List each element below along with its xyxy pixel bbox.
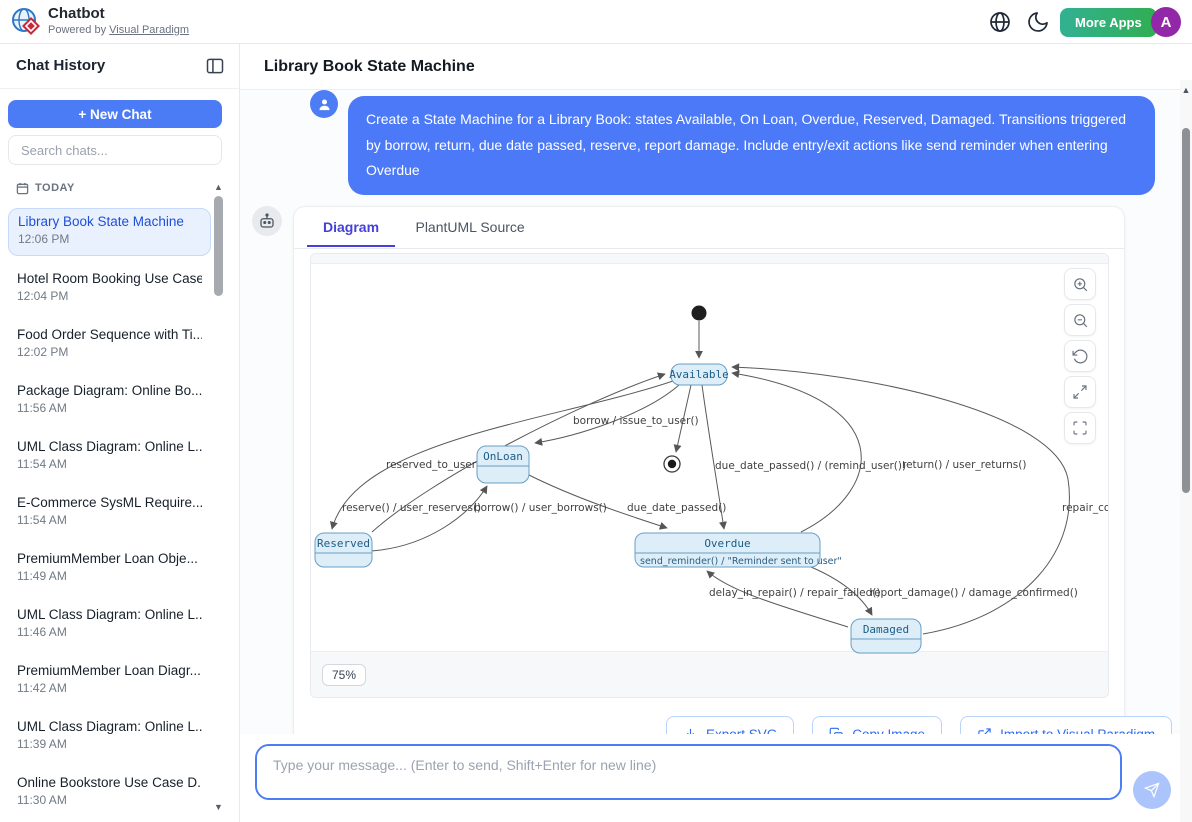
page-title: Library Book State Machine xyxy=(264,58,475,76)
chat-history-item[interactable]: UML Class Diagram: Online L... 11:39 AM xyxy=(8,714,211,762)
new-chat-button[interactable]: + New Chat xyxy=(8,100,222,128)
search-chats-input[interactable] xyxy=(8,135,222,165)
svg-text:Overdue: Overdue xyxy=(704,537,750,550)
svg-text:send_reminder() / "Reminder se: send_reminder() / "Reminder sent to user… xyxy=(640,556,842,567)
user-message-bubble: Create a State Machine for a Library Boo… xyxy=(348,96,1155,195)
svg-text:Available: Available xyxy=(669,368,729,381)
page-title-bar: Library Book State Machine xyxy=(240,44,1180,90)
language-globe-icon[interactable] xyxy=(988,10,1012,34)
tab-bar: Diagram PlantUML Source xyxy=(294,207,1124,249)
state-reserved: Reserved xyxy=(315,533,372,567)
send-plane-icon xyxy=(1144,782,1160,798)
app-title: Chatbot xyxy=(48,5,105,22)
initial-state-node xyxy=(692,306,707,321)
sidebar-title: Chat History xyxy=(16,57,105,74)
transition-label: due_date_passed() / (remind_user()) xyxy=(715,460,906,472)
transition-label: delay_in_repair() / repair_failed() xyxy=(709,587,880,599)
fullscreen-corners-icon xyxy=(1072,420,1088,436)
tab-diagram[interactable]: Diagram xyxy=(307,207,395,247)
transition-label: due_date_passed() xyxy=(627,502,726,514)
state-available: Available xyxy=(669,364,729,385)
transition-damaged-overdue xyxy=(707,571,848,627)
transition-label: borrow() / user_borrows() xyxy=(474,502,607,514)
message-input[interactable] xyxy=(257,746,1120,798)
message-input-bar xyxy=(240,734,1180,822)
collapse-sidebar-icon[interactable] xyxy=(205,56,225,76)
user-avatar-badge[interactable]: A xyxy=(1151,7,1181,37)
diagram-viewport[interactable]: borrow / issue_to_user() due_date_passed… xyxy=(310,253,1109,698)
visual-paradigm-link[interactable]: Visual Paradigm xyxy=(109,24,189,36)
user-message-avatar xyxy=(310,90,338,118)
expand-button[interactable] xyxy=(1064,376,1096,408)
zoom-in-icon xyxy=(1072,276,1089,293)
transition-label: borrow / issue_to_user() xyxy=(573,415,699,427)
top-header: Chatbot Powered by Visual Paradigm More … xyxy=(0,0,1192,44)
person-icon xyxy=(317,97,332,112)
visual-paradigm-logo-icon xyxy=(10,6,42,38)
robot-icon xyxy=(258,212,276,230)
transition-label: report_damage() / damage_confirmed() xyxy=(870,587,1078,599)
chat-history-item[interactable]: E-Commerce SysML Require... 11:54 AM xyxy=(8,490,211,538)
zoom-level-badge: 75% xyxy=(322,664,366,686)
final-state-node xyxy=(664,456,680,472)
chat-history-item[interactable]: PremiumMember Loan Diagr... 11:42 AM xyxy=(8,658,211,706)
message-input-container xyxy=(255,744,1122,800)
chat-history-sidebar: Chat History + New Chat TODAY Library Bo… xyxy=(0,44,240,822)
state-machine-diagram: borrow / issue_to_user() due_date_passed… xyxy=(311,254,1109,697)
state-overdue: Overdue send_reminder() / "Reminder sent… xyxy=(635,533,842,567)
bot-message-avatar xyxy=(252,206,282,236)
transition-label: return() / user_returns() xyxy=(902,459,1026,471)
chat-history-item[interactable]: Hotel Room Booking Use Case 12:04 PM xyxy=(8,266,211,314)
fullscreen-button[interactable] xyxy=(1064,412,1096,444)
today-section-header: TODAY xyxy=(16,181,75,195)
svg-text:Damaged: Damaged xyxy=(863,623,909,636)
chat-history-item[interactable]: Food Order Sequence with Ti... 12:02 PM xyxy=(8,322,211,370)
zoom-out-icon xyxy=(1072,312,1089,329)
sidebar-scroll-down-arrow[interactable]: ▼ xyxy=(213,802,224,812)
transition-label: repair_com xyxy=(1062,502,1109,514)
transition-overdue-available xyxy=(732,373,861,532)
chat-history-item[interactable]: Library Book State Machine 12:06 PM xyxy=(8,208,211,256)
state-onloan: OnLoan xyxy=(477,446,529,483)
sidebar-header: Chat History xyxy=(0,44,239,89)
svg-text:Reserved: Reserved xyxy=(317,537,370,550)
scrollbar-up-arrow[interactable]: ▲ xyxy=(1180,84,1192,96)
chat-history-item[interactable]: UML Class Diagram: Online L... 11:54 AM xyxy=(8,434,211,482)
diagram-card: Diagram PlantUML Source xyxy=(293,206,1125,790)
chat-history-item[interactable]: Package Diagram: Online Bo... 11:56 AM xyxy=(8,378,211,426)
transition-available-onloan xyxy=(535,385,679,443)
sidebar-scroll-up-arrow[interactable]: ▲ xyxy=(213,182,224,192)
chat-history-item[interactable]: Online Bookstore Use Case D... 11:30 AM xyxy=(8,770,211,818)
dark-mode-moon-icon[interactable] xyxy=(1026,10,1050,34)
transition-label: reserved_to_user() xyxy=(386,459,484,471)
tab-plantuml-source[interactable]: PlantUML Source xyxy=(399,207,540,245)
state-damaged: Damaged xyxy=(851,619,921,653)
chat-history-item[interactable]: PremiumMember Loan Obje... 11:49 AM xyxy=(8,546,211,594)
reset-zoom-button[interactable] xyxy=(1064,340,1096,372)
send-button[interactable] xyxy=(1133,771,1171,809)
page-scrollbar-track[interactable]: ▲ xyxy=(1180,80,1192,822)
today-label: TODAY xyxy=(35,182,75,194)
main-content: Library Book State Machine Create a Stat… xyxy=(240,44,1180,822)
zoom-out-button[interactable] xyxy=(1064,304,1096,336)
zoom-in-button[interactable] xyxy=(1064,268,1096,300)
expand-arrows-icon xyxy=(1072,384,1088,400)
powered-by: Powered by Visual Paradigm xyxy=(48,24,189,36)
app-window: Chatbot Powered by Visual Paradigm More … xyxy=(0,0,1192,822)
reset-rotate-icon xyxy=(1072,348,1089,365)
transition-label: reserve() / user_reserves() xyxy=(342,502,481,514)
chat-history-item[interactable]: UML Class Diagram: Online L... 11:46 AM xyxy=(8,602,211,650)
calendar-icon xyxy=(16,182,29,195)
svg-text:OnLoan: OnLoan xyxy=(483,450,523,463)
more-apps-button[interactable]: More Apps xyxy=(1060,8,1157,37)
page-scrollbar-thumb[interactable] xyxy=(1182,128,1190,493)
sidebar-scrollbar[interactable] xyxy=(214,196,223,296)
